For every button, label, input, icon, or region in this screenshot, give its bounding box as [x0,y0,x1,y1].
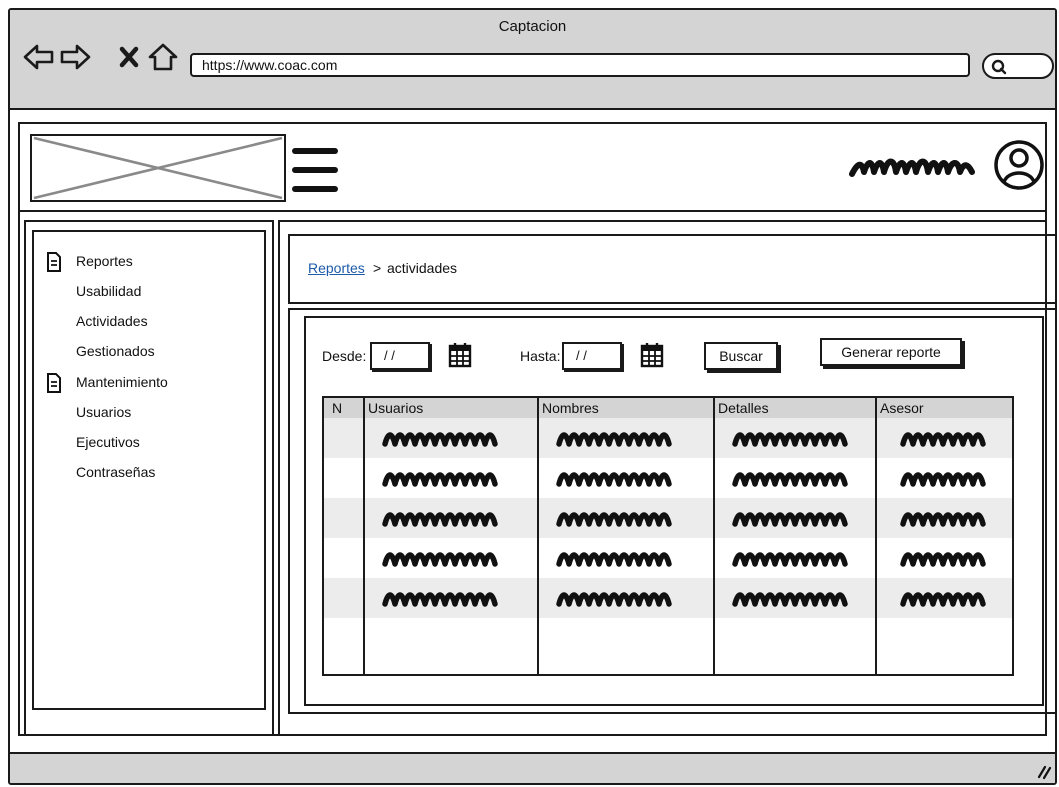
table-cell-scribble [900,548,990,575]
report-panel: Desde: / / Hasta: / / Buscar Generar rep… [288,308,1055,714]
close-x-icon[interactable] [112,40,146,74]
search-icon [991,59,1007,75]
report-panel-inner: Desde: / / Hasta: / / Buscar Generar rep… [304,316,1044,706]
table-cell-scribble [382,508,502,535]
user-circle-icon [994,140,1044,190]
column-header-asesor: Asesor [880,400,924,416]
breadcrumb-separator: > [373,260,382,276]
breadcrumb-link-reportes[interactable]: Reportes [308,260,365,276]
hamburger-menu-button[interactable] [290,142,340,198]
main-content: Reportes > actividades Desde: / / Hasta:… [278,220,1055,736]
desde-date-field[interactable]: / / [370,342,430,370]
user-avatar-button[interactable] [992,134,1046,196]
table-cell-scribble [556,588,676,615]
user-name-scribble [848,150,978,184]
hasta-date-field[interactable]: / / [562,342,622,370]
column-header-detalles: Detalles [718,400,769,416]
table-cell-scribble [556,508,676,535]
forward-arrow-icon[interactable] [58,40,92,74]
table-cell-scribble [382,428,502,455]
column-header-n: N [332,400,343,416]
activities-table: N Usuarios Nombres Detalles Asesor [322,396,1014,676]
browser-titlebar: Captacion https://www.coac.com [10,10,1055,110]
sidebar-item-actividades[interactable]: Actividades [76,313,148,329]
table-cell-scribble [732,468,852,495]
document-icon [47,373,61,393]
calendar-icon[interactable] [448,342,472,368]
breadcrumb-current: actividades [387,260,458,276]
sidebar-section-mantenimiento[interactable]: Mantenimiento [76,374,168,390]
calendar-icon[interactable] [640,342,664,368]
table-cell-scribble [556,548,676,575]
hasta-label: Hasta: [520,348,561,364]
table-cell-scribble [900,508,990,535]
back-arrow-icon[interactable] [22,40,56,74]
sidebar-item-contrasenas[interactable]: Contraseñas [76,464,155,480]
table-cell-scribble [732,428,852,455]
sidebar-menu: Reportes Usabilidad Actividades Gestiona… [32,230,266,710]
table-cell-scribble [382,548,502,575]
table-cell-scribble [382,468,502,495]
table-cell-scribble [900,588,990,615]
breadcrumb: Reportes > actividades [288,234,1055,304]
table-cell-scribble [556,428,676,455]
app-frame: Reportes Usabilidad Actividades Gestiona… [18,122,1055,736]
table-cell-scribble [556,468,676,495]
column-header-nombres: Nombres [542,400,599,416]
column-header-usuarios: Usuarios [368,400,424,416]
browser-search-button[interactable] [982,53,1054,79]
sidebar-section-reportes[interactable]: Reportes [76,253,133,269]
sidebar-item-usuarios[interactable]: Usuarios [76,404,131,420]
window-title: Captacion [498,18,567,35]
sidebar-item-gestionados[interactable]: Gestionados [76,343,155,359]
table-cell-scribble [382,588,502,615]
table-cell-scribble [732,588,852,615]
hamburger-icon [292,148,338,192]
resize-grip-icon[interactable] [1036,762,1052,780]
table-cell-scribble [732,548,852,575]
home-icon[interactable] [146,40,180,74]
column-divider [713,398,715,674]
sidebar-item-ejecutivos[interactable]: Ejecutivos [76,434,140,450]
desde-label: Desde: [322,348,367,364]
column-divider [537,398,539,674]
table-cell-scribble [900,468,990,495]
browser-statusbar [10,752,1055,783]
url-field[interactable]: https://www.coac.com [190,53,970,77]
sidebar: Reportes Usabilidad Actividades Gestiona… [24,220,274,736]
table-cell-scribble [732,508,852,535]
app-header [20,124,1045,212]
buscar-button[interactable]: Buscar [704,342,778,370]
generar-reporte-button[interactable]: Generar reporte [820,338,962,366]
sidebar-item-usabilidad[interactable]: Usabilidad [76,283,141,299]
browser-window: Captacion https://www.coac.com Reportes … [8,8,1057,785]
logo-image-placeholder [30,134,286,202]
document-icon [47,252,61,272]
column-divider [875,398,877,674]
column-divider [363,398,365,674]
table-cell-scribble [900,428,990,455]
